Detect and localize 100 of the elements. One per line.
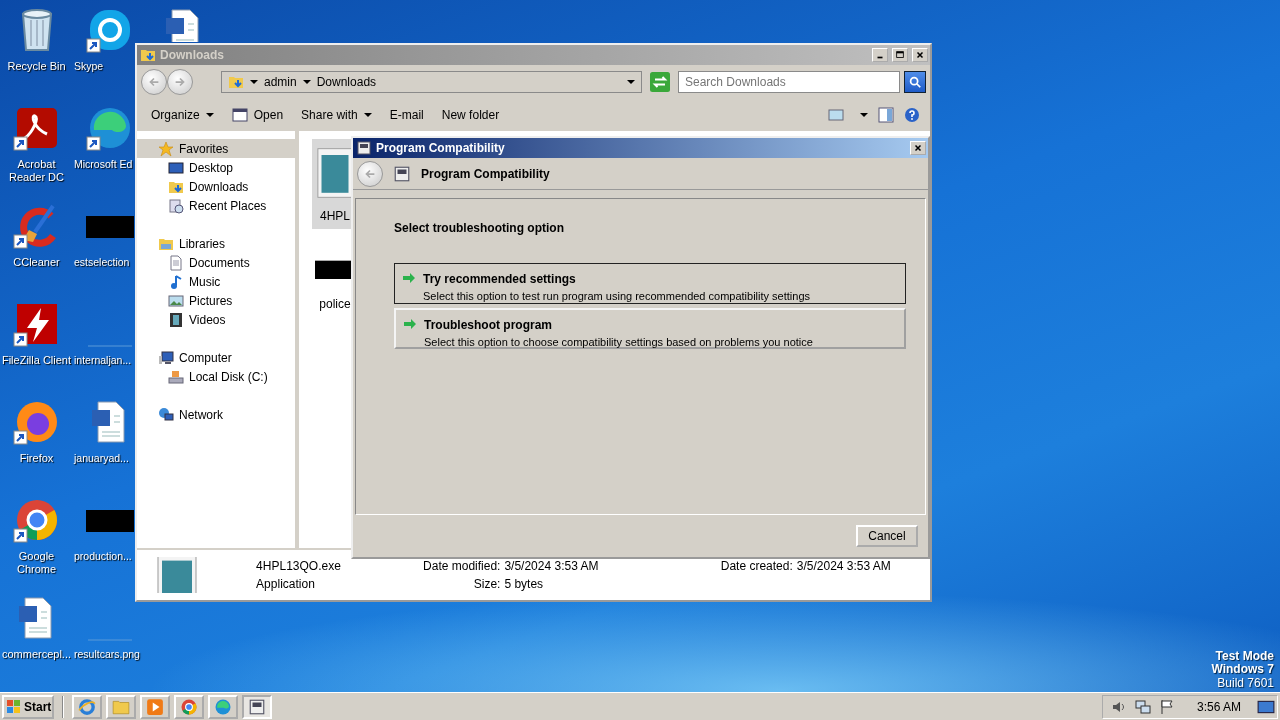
folder-icon [228, 74, 244, 90]
nav-item[interactable]: Local Disk (C:) [137, 367, 295, 386]
search-field[interactable]: Search Downloads [678, 71, 900, 93]
nav-item[interactable]: Favorites [137, 139, 295, 158]
network-icon[interactable] [1134, 698, 1151, 715]
arrow-right-icon [401, 270, 417, 286]
toolbar-button[interactable]: E-mail [381, 103, 432, 127]
nav-item[interactable]: Music [137, 272, 295, 291]
icon-label[interactable]: commercepl... [1, 648, 72, 661]
arrow-left-icon [147, 75, 161, 89]
breadcrumb-item[interactable]: Downloads [316, 73, 377, 91]
toolbar-button[interactable]: New folder [433, 103, 508, 127]
app-logo-icon [180, 697, 198, 716]
view-icon [828, 107, 844, 123]
toolbar-button[interactable]: Share with [293, 103, 380, 127]
star-icon [158, 140, 174, 157]
program-thumbnail [157, 557, 197, 593]
detail-value: 3/5/2024 3:53 AM [796, 558, 892, 575]
refresh-icon [650, 72, 670, 92]
search-icon [908, 75, 922, 89]
icon-label[interactable]: CCleaner [13, 256, 60, 269]
maximize-button[interactable] [892, 48, 908, 62]
computer-icon [158, 349, 174, 366]
cancel-button[interactable]: Cancel [856, 525, 918, 547]
taskbar-button[interactable] [242, 694, 272, 719]
nav-item[interactable]: Libraries [137, 234, 295, 253]
arrow-right-icon [402, 316, 418, 332]
nav-item[interactable]: Desktop [137, 158, 295, 177]
clock-document-icon [168, 197, 184, 214]
icon-label[interactable]: estselection [74, 256, 130, 269]
caret-icon [302, 80, 311, 84]
nav-item[interactable]: Pictures [137, 291, 295, 310]
detail-value: 3/5/2024 3:53 AM [504, 558, 600, 575]
forward-button[interactable] [167, 69, 193, 95]
icon-label[interactable]: Microsoft Ed [74, 158, 133, 171]
notice-text: Build 7601 [1216, 676, 1274, 690]
icon-label[interactable]: Acrobat Reader DC [0, 158, 73, 184]
taskbar-button[interactable] [72, 694, 102, 719]
detail-label: Date modified: [422, 558, 501, 575]
close-icon [913, 143, 923, 153]
monitor-icon [168, 159, 184, 176]
nav-item[interactable]: Downloads [137, 177, 295, 196]
toolbar-button[interactable]: Open [223, 103, 292, 127]
nav-item[interactable]: Documents [137, 253, 295, 272]
window-icon [231, 107, 248, 123]
icon-label[interactable]: Recycle Bin [7, 60, 66, 73]
file-type: Application [256, 576, 316, 593]
detail-label: Date created: [719, 558, 793, 575]
icon-label[interactable]: januaryad... [74, 452, 129, 465]
breadcrumb-item[interactable]: admin [264, 73, 297, 91]
detail-value: 5 bytes [504, 576, 545, 593]
icon-label[interactable]: resultcars.png [74, 648, 140, 661]
toolbar-button[interactable]: Organize [143, 103, 222, 127]
file-name: 4HPL [320, 208, 350, 225]
detail-label: Size: [472, 576, 501, 593]
close-button[interactable] [912, 48, 928, 62]
maximize-icon [895, 50, 905, 60]
program-icon [248, 697, 266, 716]
preview-pane-icon [878, 107, 894, 123]
music-note-icon [168, 273, 184, 290]
option-button[interactable]: Try recommended settings Select this option to test run program using recommended compatibility settings [394, 263, 906, 304]
dialog-header: Program Compatibility [421, 165, 550, 183]
address-bar[interactable]: admin Downloads [221, 71, 642, 93]
icon-label[interactable]: Firefox [19, 452, 54, 465]
flag-icon[interactable] [1158, 698, 1175, 715]
option-button[interactable]: Troubleshoot program Select this option to choose compatibility settings based on problems you notice [394, 308, 906, 349]
refresh-button[interactable] [650, 72, 670, 92]
film-strip-icon [168, 311, 184, 328]
file-name: 4HPL13QO.exe [256, 558, 342, 575]
notice-text: Test Mode [1214, 649, 1274, 663]
program-icon [393, 164, 411, 183]
arrow-right-icon [173, 75, 187, 89]
icon-label[interactable]: production... [74, 550, 132, 563]
search-button[interactable] [904, 71, 926, 93]
browser-icon [78, 697, 96, 716]
window-title: Downloads [160, 47, 224, 64]
icon-label[interactable]: Google Chrome [0, 550, 73, 576]
file-name: police [319, 296, 351, 313]
nav-item[interactable]: Recent Places [137, 196, 295, 215]
minimize-button[interactable] [872, 48, 888, 62]
icon-label[interactable]: internaljan... [74, 354, 132, 367]
caret-icon [627, 80, 635, 84]
icon-label[interactable]: Skype [74, 60, 104, 73]
help-icon [904, 107, 920, 123]
play-icon [146, 697, 164, 716]
start-button[interactable]: Start [2, 694, 54, 719]
close-button[interactable] [910, 141, 926, 155]
dialog-heading: Select troubleshooting option [394, 220, 565, 237]
notice-text: Windows 7 [1211, 663, 1274, 677]
nav-item[interactable]: Network [137, 405, 295, 424]
icon-label[interactable]: FileZilla Client [1, 354, 72, 367]
document-icon [168, 254, 184, 271]
dialog-title: Program Compatibility [376, 140, 505, 157]
caret-icon [250, 80, 258, 84]
network-icon [158, 406, 174, 423]
program-icon [356, 140, 372, 156]
taskbar-button[interactable] [174, 694, 204, 719]
folder-icon [140, 47, 156, 63]
nav-item[interactable]: Computer [137, 348, 295, 367]
nav-item[interactable]: Videos [137, 310, 295, 329]
